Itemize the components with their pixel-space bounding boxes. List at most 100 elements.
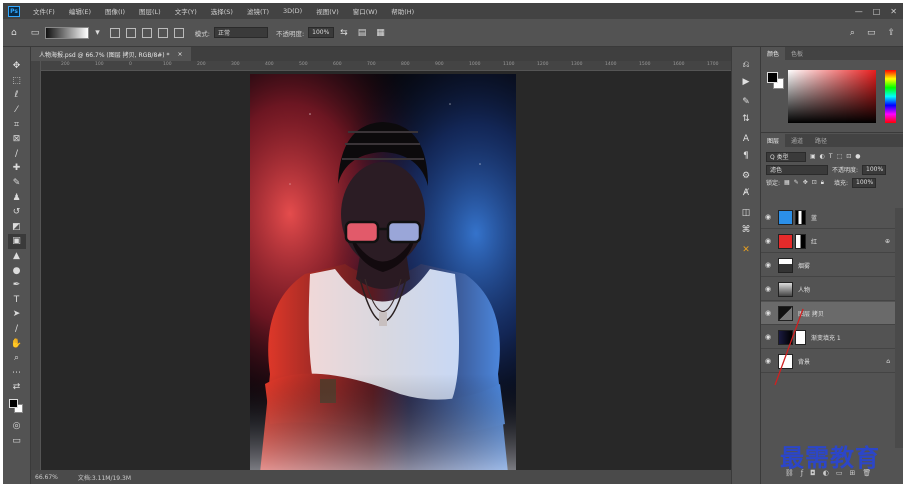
- opacity-field[interactable]: 100%: [308, 27, 335, 38]
- libraries-icon[interactable]: ◫: [737, 205, 755, 221]
- document-info[interactable]: 文档:3.11M/19.3M: [78, 473, 131, 482]
- reflected-gradient-icon[interactable]: [157, 27, 168, 38]
- history-panel-icon[interactable]: ⎌: [737, 57, 755, 73]
- visibility-eye-icon[interactable]: ◉: [761, 213, 775, 221]
- lock-paint-icon[interactable]: ✎: [794, 179, 799, 186]
- properties-icon[interactable]: ⚙: [737, 168, 755, 184]
- filter-smart-icon[interactable]: ⊡: [846, 153, 851, 160]
- layer-effects-icon[interactable]: ⊕: [885, 238, 890, 245]
- visibility-eye-icon[interactable]: ◉: [761, 261, 775, 269]
- lasso-tool-icon[interactable]: ℓ: [8, 88, 26, 103]
- color-swatches[interactable]: [8, 398, 26, 415]
- menu-type[interactable]: 文字(Y): [168, 6, 204, 16]
- healing-brush-tool-icon[interactable]: ✚: [8, 161, 26, 176]
- tab-color[interactable]: 颜色: [761, 47, 786, 60]
- eyedropper-tool-icon[interactable]: ∕: [8, 147, 26, 162]
- 3d-panel-icon[interactable]: ⌘: [737, 222, 755, 238]
- lock-all-icon[interactable]: 🔒︎: [821, 179, 824, 187]
- menu-layer[interactable]: 图层(L): [132, 6, 168, 16]
- brush-settings-icon[interactable]: ✎: [737, 94, 755, 110]
- workspace-icon[interactable]: ▭: [867, 28, 876, 38]
- actions-panel-icon[interactable]: ▶: [737, 74, 755, 90]
- hue-slider[interactable]: [885, 70, 896, 123]
- adjustments-icon[interactable]: ⇅: [737, 111, 755, 127]
- zoom-tool-icon[interactable]: ⌕: [8, 351, 26, 366]
- fill-field[interactable]: 100%: [852, 177, 877, 188]
- marquee-tool-icon[interactable]: ⬚: [8, 74, 26, 89]
- filter-type-icon[interactable]: T: [829, 153, 833, 160]
- filter-shape-icon[interactable]: ⬚: [837, 153, 843, 160]
- angle-gradient-icon[interactable]: [141, 27, 152, 38]
- eraser-tool-icon[interactable]: ◩: [8, 220, 26, 235]
- history-brush-tool-icon[interactable]: ↺: [8, 205, 26, 220]
- pen-tool-icon[interactable]: ✒: [8, 278, 26, 293]
- filter-adjust-icon[interactable]: ◐: [820, 153, 825, 160]
- layer-mask-thumbnail[interactable]: [795, 233, 806, 249]
- reverse-checkbox-icon[interactable]: ⇆: [340, 28, 348, 38]
- blend-mode-select[interactable]: 滤色: [766, 164, 828, 175]
- artwork-image[interactable]: [250, 74, 516, 473]
- menu-3d[interactable]: 3D(D): [276, 7, 309, 15]
- transparency-checkbox-icon[interactable]: ▦: [376, 28, 385, 38]
- linear-gradient-icon[interactable]: [109, 27, 120, 38]
- menu-view[interactable]: 视图(V): [309, 6, 346, 16]
- menu-window[interactable]: 窗口(W): [346, 6, 385, 16]
- menu-help[interactable]: 帮助(H): [384, 6, 421, 16]
- filter-toggle-icon[interactable]: ●: [855, 153, 860, 160]
- character-panel-icon[interactable]: A: [737, 131, 755, 147]
- search-icon[interactable]: ⌕: [850, 28, 855, 38]
- swap-colors-icon[interactable]: ⇄: [8, 380, 26, 395]
- hand-tool-icon[interactable]: ✋: [8, 336, 26, 351]
- line-tool-icon[interactable]: ∕: [8, 322, 26, 337]
- move-tool-icon[interactable]: ✥: [8, 59, 26, 74]
- layer-row[interactable]: ◉ 蓝: [761, 206, 895, 229]
- menu-edit[interactable]: 编辑(E): [62, 6, 98, 16]
- layer-opacity-field[interactable]: 100%: [862, 164, 887, 175]
- menu-filter[interactable]: 滤镜(T): [240, 6, 276, 16]
- foreground-color-swatch[interactable]: [8, 398, 18, 408]
- lock-artboard-icon[interactable]: ⊡: [812, 179, 817, 186]
- minimize-icon[interactable]: —: [855, 7, 863, 16]
- menu-image[interactable]: 图像(I): [98, 6, 132, 16]
- layer-row[interactable]: ◉ 人物: [761, 278, 895, 301]
- zoom-level[interactable]: 66.67%: [35, 474, 58, 481]
- dodge-tool-icon[interactable]: ●: [8, 263, 26, 278]
- diamond-gradient-icon[interactable]: [173, 27, 184, 38]
- foreground-color-chip[interactable]: [767, 72, 778, 83]
- close-tab-icon[interactable]: ×: [178, 51, 183, 58]
- lock-transparent-icon[interactable]: ▦: [784, 179, 790, 186]
- screen-mode-icon[interactable]: ▭: [8, 433, 26, 448]
- path-select-tool-icon[interactable]: ➤: [8, 307, 26, 322]
- home-icon[interactable]: ⌂: [11, 28, 17, 38]
- layer-row[interactable]: ◉ 红 ⊕: [761, 230, 895, 253]
- chevron-down-icon[interactable]: ▾: [95, 28, 100, 38]
- blur-tool-icon[interactable]: ▲: [8, 249, 26, 264]
- lock-position-icon[interactable]: ✥: [803, 179, 808, 186]
- canvas-area[interactable]: [41, 71, 731, 473]
- tab-paths[interactable]: 路径: [809, 134, 833, 147]
- tab-channels[interactable]: 通道: [785, 134, 809, 147]
- quick-mask-icon[interactable]: ◎: [8, 419, 26, 434]
- frame-tool-icon[interactable]: ⊠: [8, 132, 26, 147]
- layer-row[interactable]: ◉ 烟雾: [761, 254, 895, 277]
- menu-file[interactable]: 文件(F): [26, 6, 62, 16]
- tab-layers[interactable]: 图层: [761, 134, 786, 147]
- gradient-preview[interactable]: [45, 26, 90, 39]
- maximize-icon[interactable]: □: [873, 7, 881, 16]
- mode-select[interactable]: 正常: [213, 27, 268, 38]
- gradient-tool-icon[interactable]: ▣: [7, 234, 26, 249]
- clone-stamp-tool-icon[interactable]: ♟: [8, 190, 26, 205]
- visibility-eye-icon[interactable]: ◉: [761, 237, 775, 245]
- layer-filter-select[interactable]: Q 类型: [766, 151, 806, 162]
- paragraph-panel-icon[interactable]: ¶: [737, 148, 755, 164]
- menu-select[interactable]: 选择(S): [204, 6, 240, 16]
- type-tool-icon[interactable]: T: [8, 293, 26, 308]
- dither-checkbox-icon[interactable]: ▤: [358, 28, 367, 38]
- visibility-eye-icon[interactable]: ◉: [761, 285, 775, 293]
- document-tab[interactable]: 人物海报.psd @ 66.7% (图层 拷贝, RGB/8#) * ×: [31, 47, 191, 61]
- radial-gradient-icon[interactable]: [125, 27, 136, 38]
- more-tools-icon[interactable]: ⋯: [8, 365, 26, 380]
- color-picker-field[interactable]: [788, 70, 876, 123]
- gradient-tool-preset-icon[interactable]: ▭: [31, 28, 40, 38]
- tools-crossed-icon[interactable]: ✕: [737, 242, 755, 258]
